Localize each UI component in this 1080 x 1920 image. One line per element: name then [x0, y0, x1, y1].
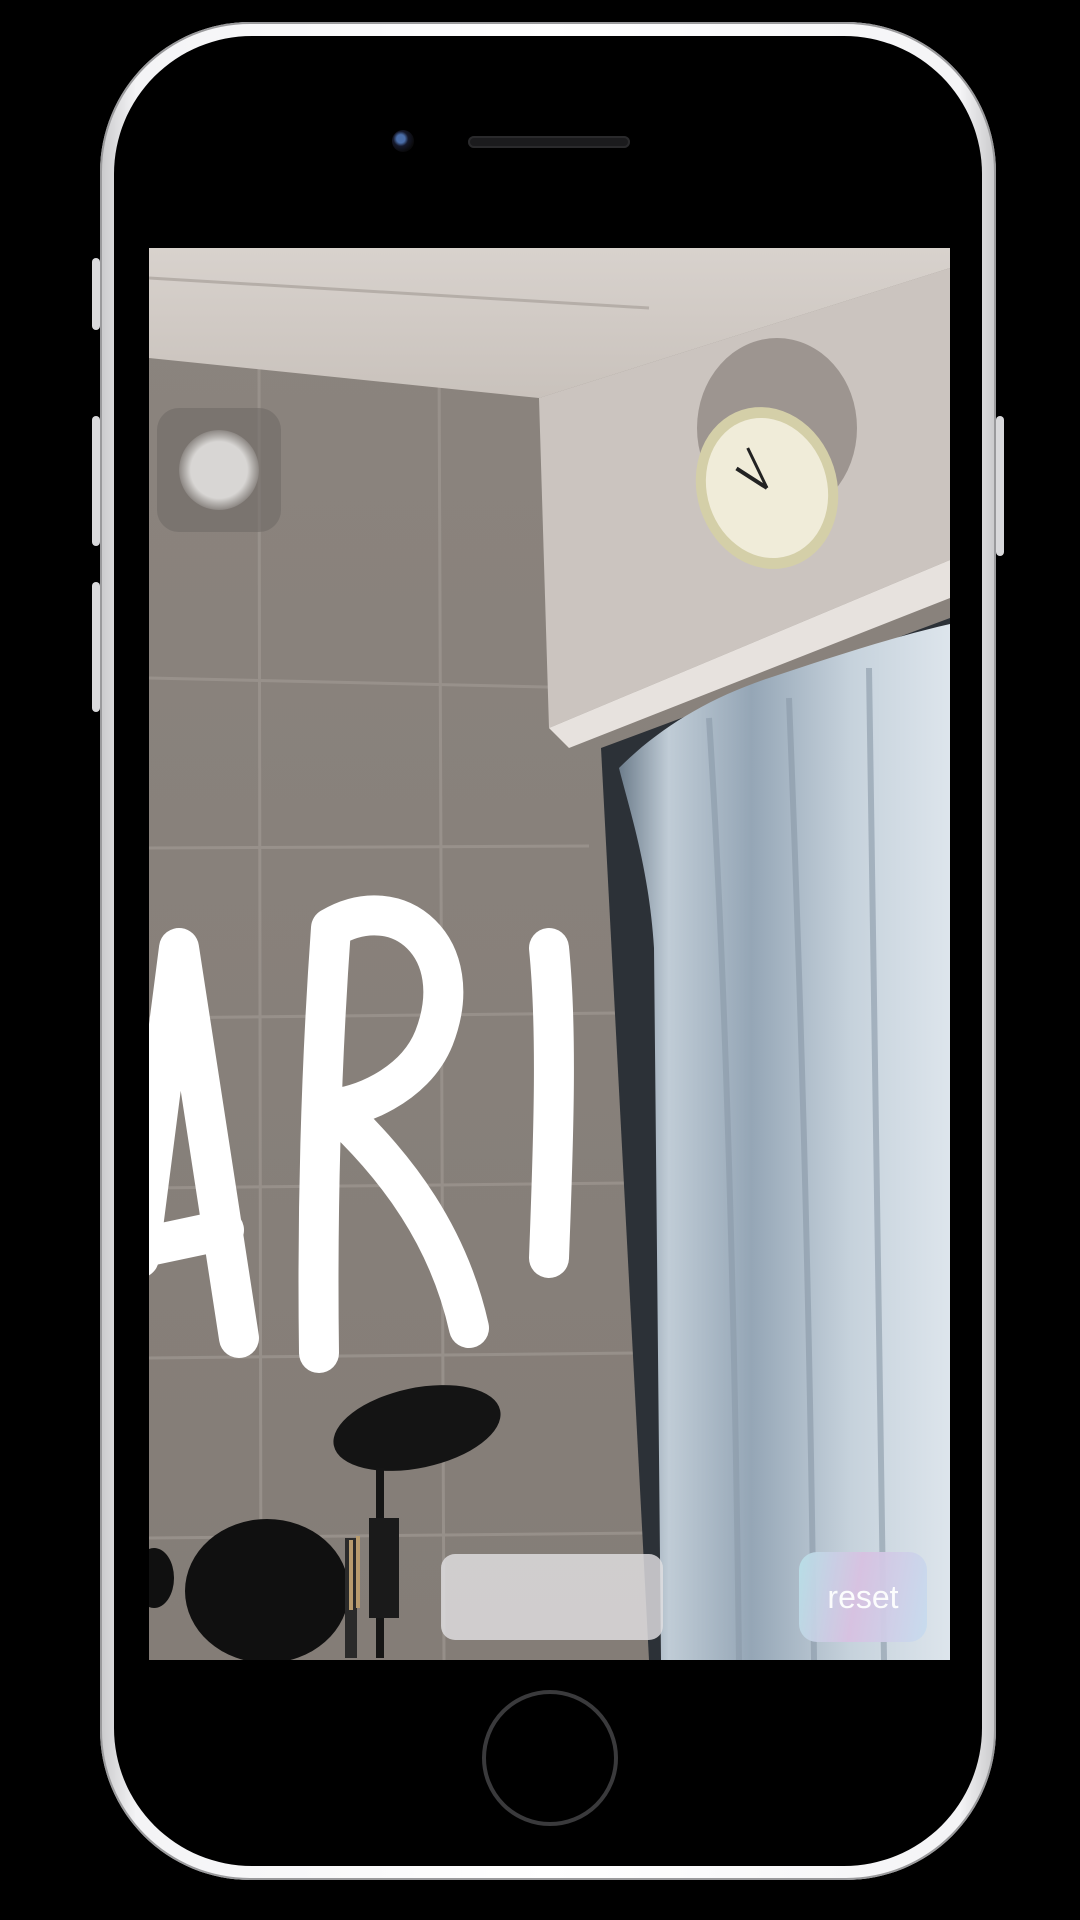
power-button: [996, 416, 1004, 556]
earpiece-speaker: [468, 136, 630, 148]
volume-down-button: [92, 582, 100, 712]
record-button[interactable]: [157, 408, 281, 532]
ar-camera-view[interactable]: reset: [149, 248, 950, 1660]
action-button[interactable]: [441, 1554, 663, 1640]
reset-label: reset: [827, 1578, 899, 1615]
shower-curtain: [619, 624, 950, 1660]
drum: [185, 1519, 349, 1660]
mute-switch: [92, 258, 100, 330]
record-circle-icon: [179, 430, 259, 510]
home-button[interactable]: [482, 1690, 618, 1826]
reset-button[interactable]: reset: [799, 1552, 927, 1642]
volume-up-button: [92, 416, 100, 546]
front-camera-icon: [392, 130, 414, 152]
